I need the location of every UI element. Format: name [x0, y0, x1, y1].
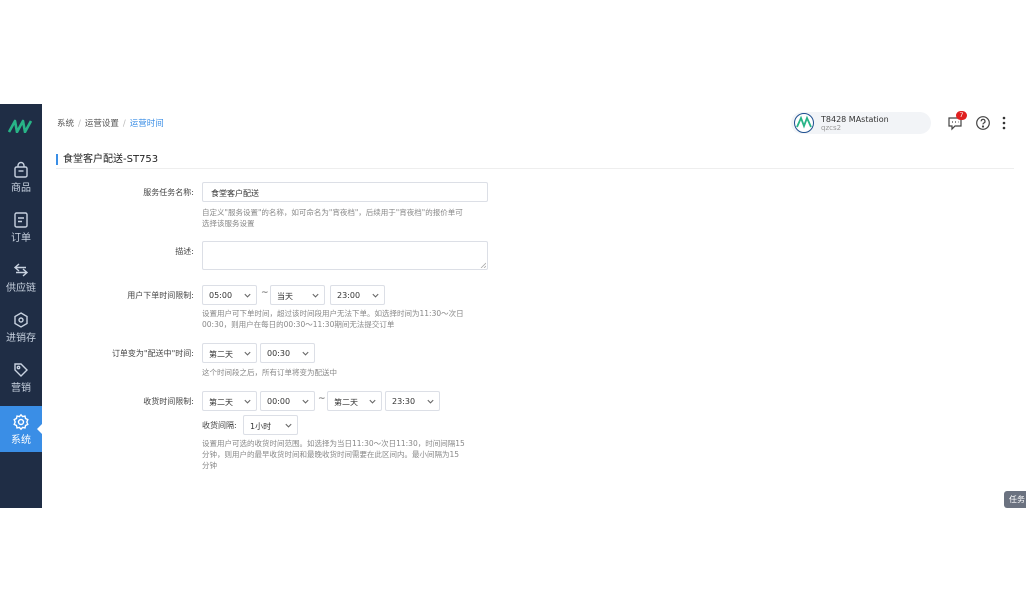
user-account: qzcs2 [821, 124, 842, 132]
supply-chain-arrows-icon [13, 262, 29, 277]
sidebar-item-orders[interactable]: 订单 [0, 204, 42, 250]
receive-time-label: 收货时间限制: [143, 397, 194, 406]
user-account-chip[interactable]: T8428 MAstation qzcs2 [791, 112, 931, 134]
breadcrumb: 系统 / 运营设置 / 运营时间 [57, 119, 164, 129]
chevron-down-icon [302, 399, 309, 404]
description-label: 描述: [175, 247, 194, 256]
app-window: 商品 订单 供应链 进销存 营销 系统 系统 / 运营设置 / 运营时间 T84… [0, 104, 1026, 508]
title-divider [56, 168, 1014, 169]
sidebar-item-marketing[interactable]: 营销 [0, 354, 42, 400]
more-vertical-icon[interactable] [996, 115, 1012, 131]
delivering-time-label: 订单变为"配送中"时间: [111, 349, 194, 358]
description-textarea[interactable] [202, 241, 488, 270]
order-time-hint: 设置用户可下单时间，超过该时间段用户无法下单。如选择时间为11:30～次日 00… [202, 309, 464, 329]
sidebar-item-label: 进销存 [6, 332, 36, 344]
chevron-down-icon [244, 351, 251, 356]
page-title: 食堂客户配送-ST753 [56, 154, 158, 165]
order-start-time-select[interactable]: 05:00 [202, 285, 257, 305]
order-time-label: 用户下单时间限制: [127, 291, 194, 300]
order-end-time-select[interactable]: 23:00 [330, 285, 385, 305]
chevron-down-icon [302, 351, 309, 356]
receive-time-hint: 设置用户可选的收货时间范围。如选择为当日11:30～次日11:30，时间间隔15… [202, 439, 465, 470]
receive-interval-select[interactable]: 1小时 [243, 415, 298, 435]
gear-icon [13, 413, 29, 430]
user-name: T8428 MAstation [821, 115, 889, 124]
shopping-bag-icon [14, 161, 28, 178]
delivering-time-select[interactable]: 00:30 [260, 343, 315, 363]
sidebar-item-supply-chain[interactable]: 供应链 [0, 254, 42, 300]
station-avatar-icon [794, 113, 814, 133]
sidebar-item-inventory[interactable]: 进销存 [0, 304, 42, 350]
service-name-hint: 自定义"服务设置"的名称，如可命名为"宵夜档"，后续用于"宵夜档"的报价单可 选… [202, 208, 463, 228]
resize-handle-icon[interactable] [480, 262, 486, 268]
sidebar-item-system[interactable]: 系统 [0, 406, 42, 452]
order-document-icon [14, 211, 28, 228]
service-name-label: 服务任务名称: [143, 188, 194, 197]
sidebar-item-products[interactable]: 商品 [0, 154, 42, 200]
brand-logo-icon[interactable] [0, 104, 42, 148]
chevron-down-icon [312, 293, 319, 298]
chevron-down-icon [372, 293, 379, 298]
receive-end-time-select[interactable]: 23:30 [385, 391, 440, 411]
service-name-input[interactable]: 食堂客户配送 [202, 182, 488, 202]
chevron-down-icon [244, 399, 251, 404]
chevron-down-icon [285, 423, 292, 428]
sidebar: 商品 订单 供应链 进销存 营销 系统 [0, 104, 42, 508]
chevron-down-icon [244, 293, 251, 298]
tag-icon [14, 362, 28, 377]
chevron-down-icon [369, 399, 376, 404]
breadcrumb-item-system[interactable]: 系统 [57, 119, 74, 129]
receive-interval-label: 收货间隔: [202, 421, 237, 430]
delivering-time-hint: 这个时间段之后，所有订单将变为配送中 [202, 368, 337, 377]
range-separator: ~ [318, 394, 326, 404]
inventory-icon [14, 311, 28, 328]
sidebar-item-label: 商品 [11, 182, 31, 194]
breadcrumb-item-operation-time: 运营时间 [129, 119, 164, 129]
receive-start-day-select[interactable]: 第二天 [202, 391, 257, 411]
breadcrumb-item-operation-settings[interactable]: 运营设置 [85, 119, 119, 129]
sidebar-item-label: 供应链 [6, 282, 36, 294]
sidebar-item-label: 订单 [11, 232, 31, 244]
range-separator: ~ [261, 288, 269, 298]
delivering-day-select[interactable]: 第二天 [202, 343, 257, 363]
chevron-down-icon [427, 399, 434, 404]
receive-end-day-select[interactable]: 第二天 [327, 391, 382, 411]
receive-start-time-select[interactable]: 00:00 [260, 391, 315, 411]
help-circle-icon[interactable] [975, 115, 991, 131]
order-end-day-select[interactable]: 当天 [270, 285, 325, 305]
sidebar-item-label: 营销 [11, 382, 31, 394]
task-tab[interactable]: 任务 [1004, 491, 1026, 508]
sidebar-item-label: 系统 [11, 434, 31, 446]
notification-count-badge: 7 [956, 111, 967, 120]
